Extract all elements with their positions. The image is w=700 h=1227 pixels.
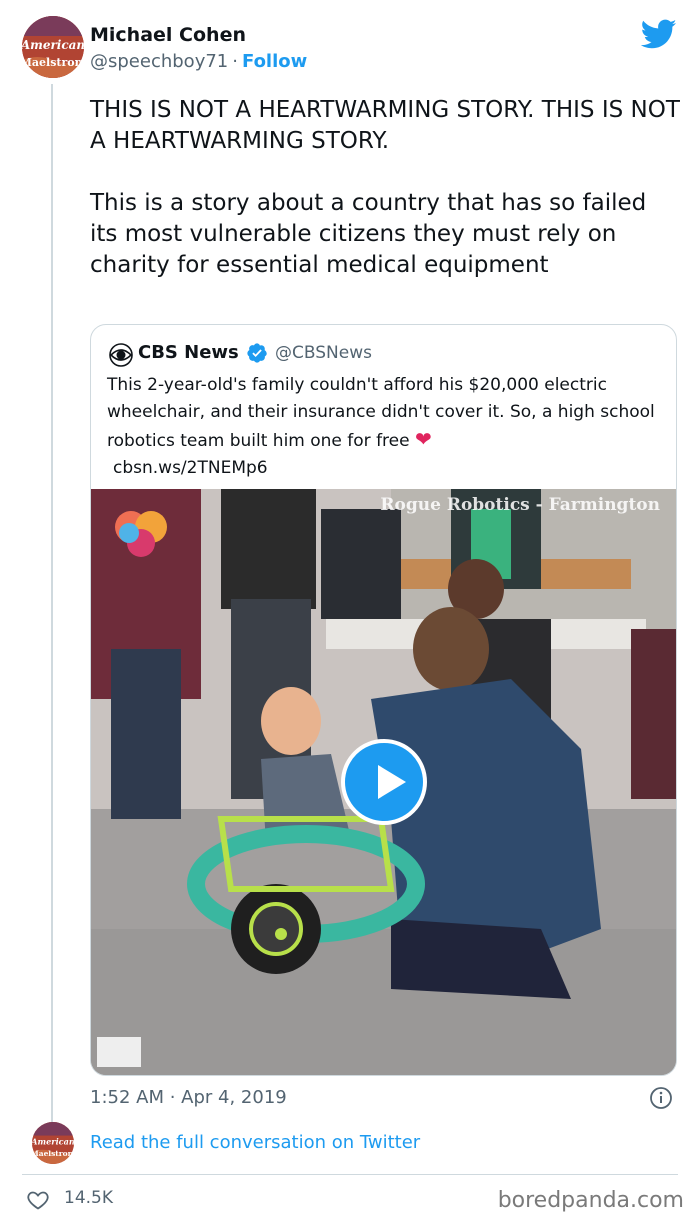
quoted-tweet[interactable]: CBS News @CBSNews This 2-year-old's fami… <box>90 324 677 1076</box>
avatar-image: American Maelstrom <box>22 16 84 78</box>
author-avatar[interactable]: American Maelstrom <box>22 16 84 78</box>
tweet-timestamp[interactable]: 1:52 AM · Apr 4, 2019 <box>90 1087 287 1108</box>
thread-line <box>51 84 53 1124</box>
play-icon[interactable] <box>341 739 427 825</box>
quoted-tweet-text: This 2-year-old's family couldn't afford… <box>107 372 667 482</box>
tweet-text: THIS IS NOT A HEARTWARMING STORY. THIS I… <box>90 97 680 278</box>
tweet-embed-card: American Maelstrom Michael Cohen @speech… <box>0 0 700 1227</box>
quoted-text-body: This 2-year-old's family couldn't afford… <box>107 375 655 451</box>
quoted-author-name[interactable]: CBS News <box>138 342 239 363</box>
svg-text:American: American <box>32 1136 74 1146</box>
quoted-link[interactable]: cbsn.ws/2TNEMp6 <box>113 458 268 478</box>
video-watermark: Rogue Robotics - Farmington <box>380 495 660 515</box>
follow-button[interactable]: Follow <box>242 51 307 72</box>
heart-outline-icon[interactable] <box>26 1188 50 1212</box>
author-handle[interactable]: @speechboy71 <box>90 51 228 72</box>
video-thumbnail[interactable]: Rogue Robotics - Farmington <box>91 489 676 1075</box>
svg-text:American: American <box>22 38 84 52</box>
footer-divider <box>22 1174 678 1175</box>
avatar-small-image: American Maelstrom <box>32 1122 74 1164</box>
red-heart-emoji: ❤ <box>415 427 432 451</box>
verified-badge-icon <box>247 343 267 363</box>
quoted-author-handle[interactable]: @CBSNews <box>275 343 372 363</box>
cbs-eye-icon <box>109 343 133 367</box>
read-conversation-link[interactable]: Read the full conversation on Twitter <box>90 1132 420 1153</box>
author-name[interactable]: Michael Cohen <box>90 24 246 46</box>
info-icon[interactable] <box>649 1086 673 1110</box>
like-count[interactable]: 14.5K <box>64 1188 113 1208</box>
twitter-bird-icon[interactable] <box>641 16 677 52</box>
author-avatar-small[interactable]: American Maelstrom <box>32 1122 74 1164</box>
meta-separator: · <box>232 51 238 72</box>
svg-text:Maelstrom: Maelstrom <box>22 56 84 69</box>
source-credit: boredpanda.com <box>497 1188 684 1213</box>
svg-text:Maelstrom: Maelstrom <box>32 1149 74 1158</box>
author-meta: @speechboy71 · Follow <box>90 51 307 72</box>
